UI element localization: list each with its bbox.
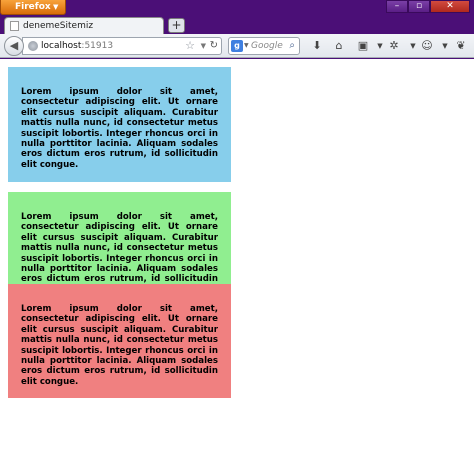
new-tab-button[interactable]: +	[168, 18, 185, 33]
bookmark-star-icon[interactable]: ☆	[185, 38, 195, 54]
blue-box-text: Lorem ipsum dolor sit amet, consectetur …	[21, 87, 218, 170]
chevron-down-icon: ▼	[53, 3, 59, 11]
addon-icon[interactable]: ✲	[386, 38, 402, 54]
home-icon[interactable]: ⌂	[331, 38, 347, 54]
avatar-dropdown-icon[interactable]: ▼	[437, 38, 453, 54]
page-favicon-icon	[10, 21, 19, 31]
green-box-text: Lorem ipsum dolor sit amet, consectetur …	[21, 212, 218, 286]
page-content: Lorem ipsum dolor sit amet, consectetur …	[0, 59, 474, 455]
close-window-button[interactable]: ✕	[430, 0, 470, 13]
green-text-box: Lorem ipsum dolor sit amet, consectetur …	[8, 192, 231, 286]
url-host: localhost	[41, 41, 82, 51]
title-bar: Firefox ▼ – ▫ ✕	[0, 0, 474, 16]
globe-icon	[28, 41, 38, 51]
url-port: :51913	[81, 41, 114, 51]
search-placeholder: Google	[251, 41, 283, 51]
search-icon[interactable]: ⌕	[289, 38, 295, 54]
reload-icon[interactable]: ↻	[210, 38, 218, 54]
window-controls: – ▫ ✕	[386, 0, 470, 14]
menu-icon[interactable]: ❦	[453, 38, 469, 54]
minimize-button[interactable]: –	[386, 0, 408, 13]
firefox-menu-button[interactable]: Firefox ▼	[0, 0, 66, 15]
url-bar[interactable]: localhost:51913 ☆ ▼ ↻	[22, 37, 222, 55]
tab-strip: denemeSitemiz +	[0, 16, 474, 34]
red-box-text: Lorem ipsum dolor sit amet, consectetur …	[21, 304, 218, 387]
avatar-icon[interactable]: ☺	[419, 38, 435, 54]
blue-text-box: Lorem ipsum dolor sit amet, consectetur …	[8, 67, 231, 182]
back-icon: ◀	[9, 39, 19, 52]
navigation-toolbar: localhost:51913 ☆ ▼ ↻ ◀ g ▼ Google ⌕ ⬇ ⌂…	[0, 34, 474, 58]
google-icon[interactable]: g	[231, 40, 243, 52]
tab-title: denemeSitemiz	[23, 21, 94, 31]
url-history-dropdown-icon[interactable]: ▼	[201, 38, 206, 54]
maximize-button[interactable]: ▫	[408, 0, 430, 13]
library-icon[interactable]: ▣	[355, 38, 371, 54]
tab-deneme-sitemiz[interactable]: denemeSitemiz	[4, 17, 164, 34]
download-icon[interactable]: ⬇	[309, 38, 325, 54]
search-engine-dropdown-icon[interactable]: ▼	[244, 38, 249, 54]
back-button[interactable]: ◀	[4, 36, 24, 56]
red-text-box: Lorem ipsum dolor sit amet, consectetur …	[8, 284, 231, 398]
search-bar[interactable]: g ▼ Google ⌕	[228, 37, 300, 55]
firefox-menu-label: Firefox	[15, 2, 51, 12]
